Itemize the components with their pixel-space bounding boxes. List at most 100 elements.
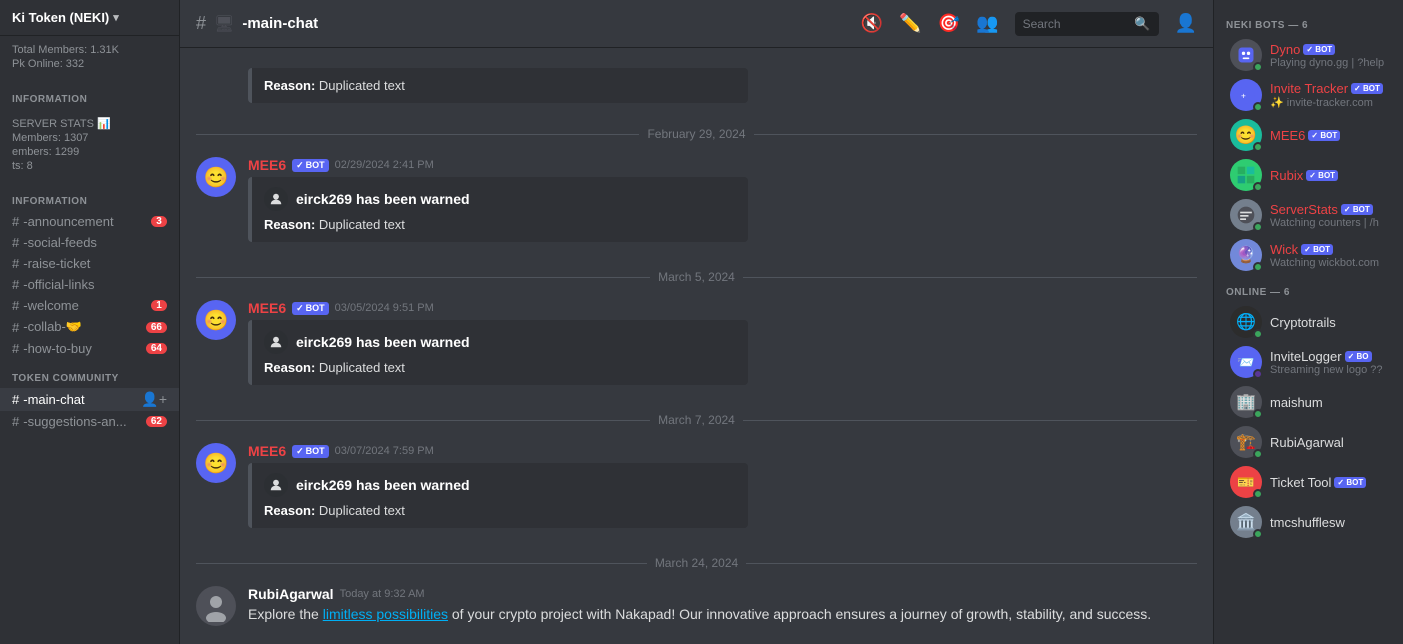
dyno-info: Dyno ✓ BOT Playing dyno.gg | ?help bbox=[1270, 42, 1387, 69]
add-member-icon: 👤+ bbox=[141, 391, 167, 408]
member-ticket-tool[interactable]: 🎫 Ticket Tool ✓ BOT bbox=[1218, 462, 1399, 502]
member-tmcshufflesw[interactable]: 🏛️ tmcshufflesw bbox=[1218, 502, 1399, 542]
members-icon[interactable]: 👥 bbox=[976, 13, 998, 34]
tmcshufflesw-info: tmcshufflesw bbox=[1270, 515, 1387, 530]
bot-badge-mee6: ✓ BOT bbox=[1308, 130, 1340, 141]
search-placeholder: Search bbox=[1023, 17, 1061, 31]
avatar-invite-tracker: + bbox=[1230, 79, 1262, 111]
message-group-4: RubiAgarwal Today at 9:32 AM Explore the… bbox=[196, 586, 1197, 626]
avatar-serverstats bbox=[1230, 199, 1262, 231]
invite-tracker-status: ✨ invite-tracker.com bbox=[1270, 96, 1387, 109]
member-mee6-right[interactable]: 😊 MEE6 ✓ BOT bbox=[1218, 115, 1399, 155]
member-wick[interactable]: 🔮 Wick ✓ BOT Watching wickbot.com bbox=[1218, 235, 1399, 275]
channel-suggestions[interactable]: #-suggestions-an... 62 bbox=[0, 411, 179, 432]
hash-icon: # bbox=[12, 320, 19, 335]
online-section-header: ONLINE — 6 bbox=[1214, 275, 1403, 302]
bot-badge-ticket: ✓ BOT bbox=[1334, 477, 1366, 488]
message-content-2: MEE6 ✓ BOT 03/05/2024 9:51 PM eirck269 h… bbox=[248, 300, 1197, 385]
channel-how-to-buy[interactable]: #-how-to-buy 64 bbox=[0, 338, 179, 359]
bots-section-header: NEKI BOTS — 6 bbox=[1214, 8, 1403, 35]
server-stats-detail: SERVER STATS 📊 Members: 1307 embers: 129… bbox=[0, 109, 179, 182]
timestamp-3: 03/07/2024 7:59 PM bbox=[335, 445, 434, 457]
mute-icon[interactable]: 🔇 bbox=[861, 13, 883, 34]
warn-title-3: eirck269 has been warned bbox=[296, 477, 470, 493]
maishum-name: maishum bbox=[1270, 395, 1387, 410]
highlight-text: limitless possibilities bbox=[323, 606, 448, 622]
status-dot-tmc bbox=[1253, 529, 1263, 539]
warn-embed-1: eirck269 has been warned Reason: Duplica… bbox=[248, 177, 748, 242]
channel-main-chat[interactable]: #-main-chat 👤+ bbox=[0, 388, 179, 411]
badge-suggestions: 62 bbox=[146, 416, 167, 427]
status-dot-rubix bbox=[1253, 182, 1263, 192]
hash-channel-icon: # bbox=[196, 13, 206, 34]
channel-collab[interactable]: #-collab-🤝 66 bbox=[0, 316, 179, 338]
warn-reason-3: Reason: Duplicated text bbox=[264, 503, 736, 518]
avatar-mee6-1: 😊 bbox=[196, 157, 236, 197]
mee6-right-info: MEE6 ✓ BOT bbox=[1270, 128, 1387, 143]
bot-badge-invite: ✓ BOT bbox=[1351, 83, 1383, 94]
ticket-tool-name: Ticket Tool ✓ BOT bbox=[1270, 475, 1387, 490]
message-header-2: MEE6 ✓ BOT 03/05/2024 9:51 PM bbox=[248, 300, 1197, 316]
server-header[interactable]: Ki Token (NEKI) ▾ bbox=[0, 0, 179, 36]
avatar-cryptotrails: 🌐 bbox=[1230, 306, 1262, 338]
maishum-info: maishum bbox=[1270, 395, 1387, 410]
status-dot-rubi bbox=[1253, 449, 1263, 459]
reason-label: Reason: bbox=[264, 78, 315, 93]
date-divider-feb29: February 29, 2024 bbox=[196, 127, 1197, 141]
main-chat: # 🖥 -main-chat 🔇 ✏️ 🎯 👥 Search 🔍 👤 Reaso… bbox=[180, 0, 1213, 644]
bot-badge-dyno: ✓ BOT bbox=[1303, 44, 1335, 55]
member-maishum[interactable]: 🏢 maishum bbox=[1218, 382, 1399, 422]
status-dot-ss bbox=[1253, 222, 1263, 232]
right-sidebar: NEKI BOTS — 6 Dyno ✓ BOT Playing dyno.gg… bbox=[1213, 0, 1403, 644]
rubix-name: Rubix ✓ BOT bbox=[1270, 168, 1387, 183]
user-profile-icon[interactable]: 👤 bbox=[1175, 13, 1197, 34]
serverstats-status: Watching counters | /h bbox=[1270, 217, 1387, 229]
warn-target-avatar-3 bbox=[264, 473, 288, 497]
server-name: Ki Token (NEKI) ▾ bbox=[12, 10, 167, 25]
member-cryptotrails[interactable]: 🌐 Cryptotrails bbox=[1218, 302, 1399, 342]
warn-embed-2: eirck269 has been warned Reason: Duplica… bbox=[248, 320, 748, 385]
search-box[interactable]: Search 🔍 bbox=[1015, 12, 1159, 36]
edit-icon[interactable]: ✏️ bbox=[899, 13, 921, 34]
member-rubiagarwal[interactable]: 🏗️ RubiAgarwal bbox=[1218, 422, 1399, 462]
avatar-tmcshufflesw: 🏛️ bbox=[1230, 506, 1262, 538]
hash-icon: # bbox=[12, 277, 19, 292]
message-group-2: 😊 MEE6 ✓ BOT 03/05/2024 9:51 PM eirck269… bbox=[196, 300, 1197, 385]
cryptotrails-name: Cryptotrails bbox=[1270, 315, 1387, 330]
bottom-spacer bbox=[196, 638, 1197, 644]
message-content-4: RubiAgarwal Today at 9:32 AM Explore the… bbox=[248, 586, 1197, 626]
member-serverstats[interactable]: ServerStats ✓ BOT Watching counters | /h bbox=[1218, 195, 1399, 235]
hash-icon: # bbox=[12, 298, 19, 313]
date-divider-mar7: March 7, 2024 bbox=[196, 413, 1197, 427]
channel-welcome[interactable]: #-welcome 1 bbox=[0, 295, 179, 316]
member-dyno[interactable]: Dyno ✓ BOT Playing dyno.gg | ?help bbox=[1218, 35, 1399, 75]
chat-header: # 🖥 -main-chat 🔇 ✏️ 🎯 👥 Search 🔍 👤 bbox=[180, 0, 1213, 48]
target-icon[interactable]: 🎯 bbox=[938, 13, 960, 34]
channel-raise-ticket[interactable]: #-raise-ticket bbox=[0, 253, 179, 274]
channel-social-feeds[interactable]: #-social-feeds bbox=[0, 232, 179, 253]
dyno-status: Playing dyno.gg | ?help bbox=[1270, 57, 1387, 69]
avatar-mee6-3: 😊 bbox=[196, 443, 236, 483]
channel-official-links[interactable]: #-official-links bbox=[0, 274, 179, 295]
ts-count: ts: 8 bbox=[12, 160, 167, 172]
member-rubix[interactable]: Rubix ✓ BOT bbox=[1218, 155, 1399, 195]
channel-announcement[interactable]: #-announcement 3 bbox=[0, 211, 179, 232]
members-count: Members: 1307 bbox=[12, 132, 167, 144]
mee6-right-name: MEE6 ✓ BOT bbox=[1270, 128, 1387, 143]
badge-welcome: 1 bbox=[151, 300, 167, 311]
messages-area: Reason: Duplicated text February 29, 202… bbox=[180, 48, 1213, 644]
tmcshufflesw-name: tmcshufflesw bbox=[1270, 515, 1387, 530]
hash-icon: # bbox=[12, 256, 19, 271]
invitelogger-status: Streaming new logo ?? bbox=[1270, 364, 1387, 376]
warn-embed-0: Reason: Duplicated text bbox=[248, 68, 748, 103]
left-sidebar: Ki Token (NEKI) ▾ Total Members: 1.31K P… bbox=[0, 0, 180, 644]
message-group-3: 😊 MEE6 ✓ BOT 03/07/2024 7:59 PM eirck269… bbox=[196, 443, 1197, 528]
message-header-4: RubiAgarwal Today at 9:32 AM bbox=[248, 586, 1197, 602]
username-mee6-3: MEE6 bbox=[248, 443, 286, 459]
member-invitelogger[interactable]: 📨 InviteLogger ✓ BO Streaming new logo ?… bbox=[1218, 342, 1399, 382]
message-content-1: MEE6 ✓ BOT 02/29/2024 2:41 PM eirck269 h… bbox=[248, 157, 1197, 242]
bot-badge-2: ✓ BOT bbox=[292, 302, 329, 315]
hash-icon: # bbox=[12, 235, 19, 250]
username-mee6-2: MEE6 bbox=[248, 300, 286, 316]
member-invite-tracker[interactable]: + Invite Tracker ✓ BOT ✨ invite-tracker.… bbox=[1218, 75, 1399, 115]
